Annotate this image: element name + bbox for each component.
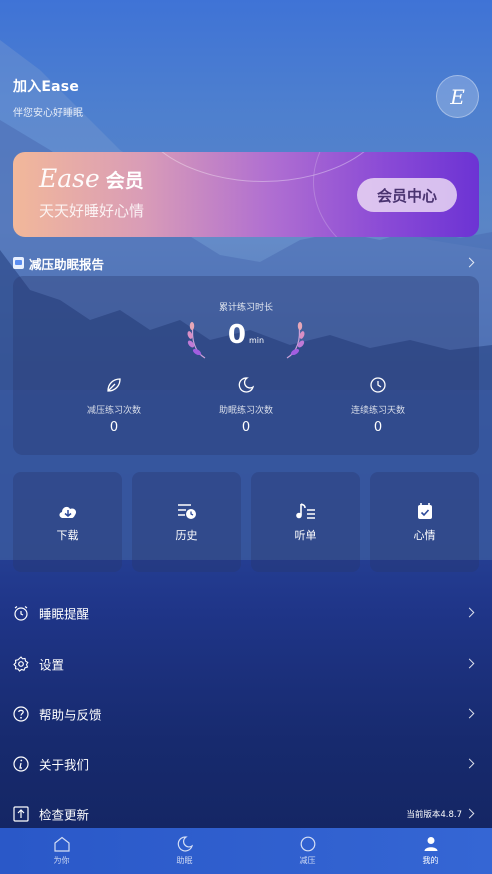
chevron-right-icon bbox=[464, 607, 475, 618]
avatar-letter: E bbox=[450, 84, 465, 109]
menu-settings[interactable]: 设置 bbox=[0, 639, 492, 689]
circle-icon bbox=[300, 836, 315, 852]
calendar-check-icon bbox=[417, 502, 432, 519]
menu-label: 设置 bbox=[39, 657, 65, 673]
stat-value: 0 bbox=[241, 420, 251, 435]
tile-label: 历史 bbox=[175, 528, 198, 542]
chevron-right-icon bbox=[464, 658, 475, 669]
menu-about-us[interactable]: 关于我们 bbox=[0, 739, 492, 789]
quick-actions: 下载 历史 听单 心情 bbox=[13, 472, 479, 572]
stat-value: 0 bbox=[373, 420, 383, 435]
vip-member-label: 会员 bbox=[105, 170, 144, 192]
bottom-tab-bar: 为你 助眠 减压 我的 bbox=[0, 828, 492, 874]
tab-mine[interactable]: 我的 bbox=[369, 828, 492, 874]
menu-label: 关于我们 bbox=[39, 757, 90, 773]
alarm-icon bbox=[14, 606, 28, 621]
tile-playlist[interactable]: 听单 bbox=[251, 472, 360, 572]
tile-download[interactable]: 下载 bbox=[13, 472, 122, 572]
upload-icon bbox=[13, 806, 29, 822]
stat-label: 减压练习次数 bbox=[86, 406, 141, 416]
vip-slogan: 天天好睡好心情 bbox=[39, 202, 145, 220]
total-practice-unit: min bbox=[249, 336, 265, 345]
cloud-download-icon bbox=[58, 506, 76, 518]
stat-value: 0 bbox=[109, 420, 119, 435]
total-practice-value: 0 min bbox=[13, 320, 479, 350]
history-icon bbox=[177, 503, 196, 519]
moon-icon bbox=[238, 377, 255, 393]
chevron-right-icon bbox=[464, 758, 475, 769]
stat-label: 助眠练习次数 bbox=[218, 406, 273, 416]
report-header[interactable]: 减压助眠报告 bbox=[13, 254, 479, 272]
join-subtitle: 伴您安心好睡眠 bbox=[13, 108, 83, 119]
report-icon bbox=[13, 257, 24, 269]
menu-label: 帮助与反馈 bbox=[39, 707, 102, 723]
tab-label: 我的 bbox=[422, 856, 439, 865]
tile-label: 心情 bbox=[413, 528, 436, 542]
vip-brand: Ease 会员 bbox=[39, 164, 144, 193]
clock-icon bbox=[370, 377, 386, 393]
member-center-button[interactable]: 会员中心 bbox=[357, 178, 457, 212]
tab-label: 减压 bbox=[299, 856, 316, 865]
chevron-right-icon bbox=[464, 708, 475, 719]
avatar[interactable]: E bbox=[436, 75, 479, 118]
stat-sleep: 助眠练习次数 0 bbox=[176, 376, 316, 435]
moon-icon bbox=[177, 836, 193, 852]
menu-sleep-reminder[interactable]: 睡眠提醒 bbox=[0, 588, 492, 638]
report-card[interactable]: 累计练习时长 0 min 减压练习次数 0 助眠练习次数 0 连续练习天数 0 bbox=[13, 276, 479, 455]
menu-label: 检查更新 bbox=[39, 807, 90, 823]
leaf-icon bbox=[107, 378, 121, 392]
total-practice-number: 0 bbox=[227, 320, 246, 350]
tab-label: 为你 bbox=[53, 856, 70, 865]
chevron-right-icon bbox=[464, 808, 475, 819]
playlist-icon bbox=[295, 502, 315, 519]
menu-label: 睡眠提醒 bbox=[39, 606, 90, 622]
tab-stress-relief[interactable]: 减压 bbox=[246, 828, 369, 874]
help-icon bbox=[13, 706, 29, 722]
stat-stress: 减压练习次数 0 bbox=[44, 376, 184, 435]
header: 加入Ease 伴您安心好睡眠 bbox=[13, 76, 83, 119]
tile-label: 下载 bbox=[56, 528, 79, 542]
vip-brand-logo: Ease bbox=[39, 164, 100, 193]
info-icon bbox=[13, 756, 29, 772]
menu-help-feedback[interactable]: 帮助与反馈 bbox=[0, 689, 492, 739]
tab-label: 助眠 bbox=[176, 856, 193, 865]
tile-mood[interactable]: 心情 bbox=[370, 472, 479, 572]
chevron-right-icon bbox=[464, 257, 475, 268]
gear-icon bbox=[13, 656, 29, 672]
tile-label: 听单 bbox=[294, 528, 317, 542]
vip-banner[interactable]: Ease 会员 天天好睡好心情 会员中心 bbox=[13, 152, 479, 237]
tile-history[interactable]: 历史 bbox=[132, 472, 241, 572]
home-icon bbox=[53, 836, 70, 852]
user-icon bbox=[424, 837, 437, 851]
tab-for-you[interactable]: 为你 bbox=[0, 828, 123, 874]
total-practice-label: 累计练习时长 bbox=[218, 303, 273, 313]
stat-label: 连续练习天数 bbox=[350, 406, 405, 416]
join-title[interactable]: 加入Ease bbox=[13, 76, 83, 96]
report-title: 减压助眠报告 bbox=[29, 256, 105, 272]
stat-streak: 连续练习天数 0 bbox=[308, 376, 448, 435]
tab-sleep-aid[interactable]: 助眠 bbox=[123, 828, 246, 874]
version-text: 当前版本4.8.7 bbox=[406, 810, 462, 820]
